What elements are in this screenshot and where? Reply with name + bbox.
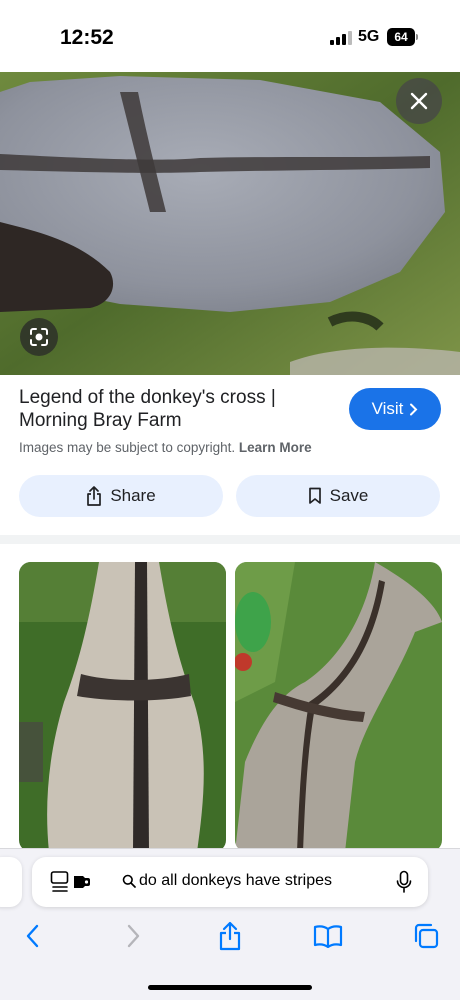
- bookmark-icon: [308, 487, 321, 504]
- previous-tab-peek[interactable]: [0, 857, 22, 907]
- battery-level: 64: [387, 28, 415, 46]
- visit-button[interactable]: Visit: [349, 388, 441, 430]
- learn-more-link[interactable]: Learn More: [239, 440, 312, 455]
- related-images: [0, 562, 460, 852]
- section-divider: [0, 535, 460, 544]
- result-title[interactable]: Legend of the donkey's cross | Morning B…: [19, 386, 329, 432]
- share-icon: [219, 921, 241, 951]
- tabs-icon: [414, 923, 439, 949]
- donkey-photo-thumbnail: [19, 562, 226, 852]
- related-image-2[interactable]: [235, 562, 442, 852]
- related-image-1[interactable]: [19, 562, 226, 852]
- donkey-back-photo: [0, 72, 460, 375]
- chevron-right-icon: [410, 403, 418, 415]
- status-time: 12:52: [60, 26, 114, 49]
- home-indicator: [148, 985, 312, 990]
- share-button[interactable]: Share: [19, 475, 223, 517]
- page-menu-icon[interactable]: [50, 870, 94, 894]
- copyright-note: Images may be subject to copyright. Lear…: [19, 440, 312, 455]
- search-icon: [122, 874, 136, 888]
- microphone-icon[interactable]: [396, 870, 412, 894]
- chevron-right-icon: [127, 924, 140, 948]
- status-bar: 12:52 5G 64: [0, 0, 460, 72]
- chevron-left-icon: [26, 924, 39, 948]
- hero-image[interactable]: [0, 72, 460, 375]
- lens-search-button[interactable]: [20, 318, 58, 356]
- save-button[interactable]: Save: [236, 475, 440, 517]
- share-icon: [87, 486, 102, 506]
- forward-button[interactable]: [115, 918, 151, 954]
- tabs-button[interactable]: [408, 918, 444, 954]
- donkey-photo-thumbnail: [235, 562, 442, 852]
- search-query: do all donkeys have stripes: [139, 872, 332, 889]
- back-button[interactable]: [15, 918, 51, 954]
- visit-label: Visit: [371, 399, 404, 418]
- share-sheet-button[interactable]: [212, 918, 248, 954]
- close-icon: [410, 92, 428, 110]
- book-icon: [313, 925, 343, 948]
- bookmarks-button[interactable]: [310, 918, 346, 954]
- save-label: Save: [329, 486, 369, 505]
- close-button[interactable]: [396, 78, 442, 124]
- battery-icon: 64: [387, 28, 418, 46]
- share-label: Share: [110, 486, 156, 505]
- lens-icon: [30, 328, 48, 346]
- copyright-text: Images may be subject to copyright.: [19, 440, 236, 455]
- address-bar[interactable]: do all donkeys have stripes: [32, 857, 428, 907]
- cellular-signal-icon: [330, 31, 352, 45]
- network-type: 5G: [358, 28, 380, 45]
- address-text[interactable]: do all donkeys have stripes: [122, 872, 332, 890]
